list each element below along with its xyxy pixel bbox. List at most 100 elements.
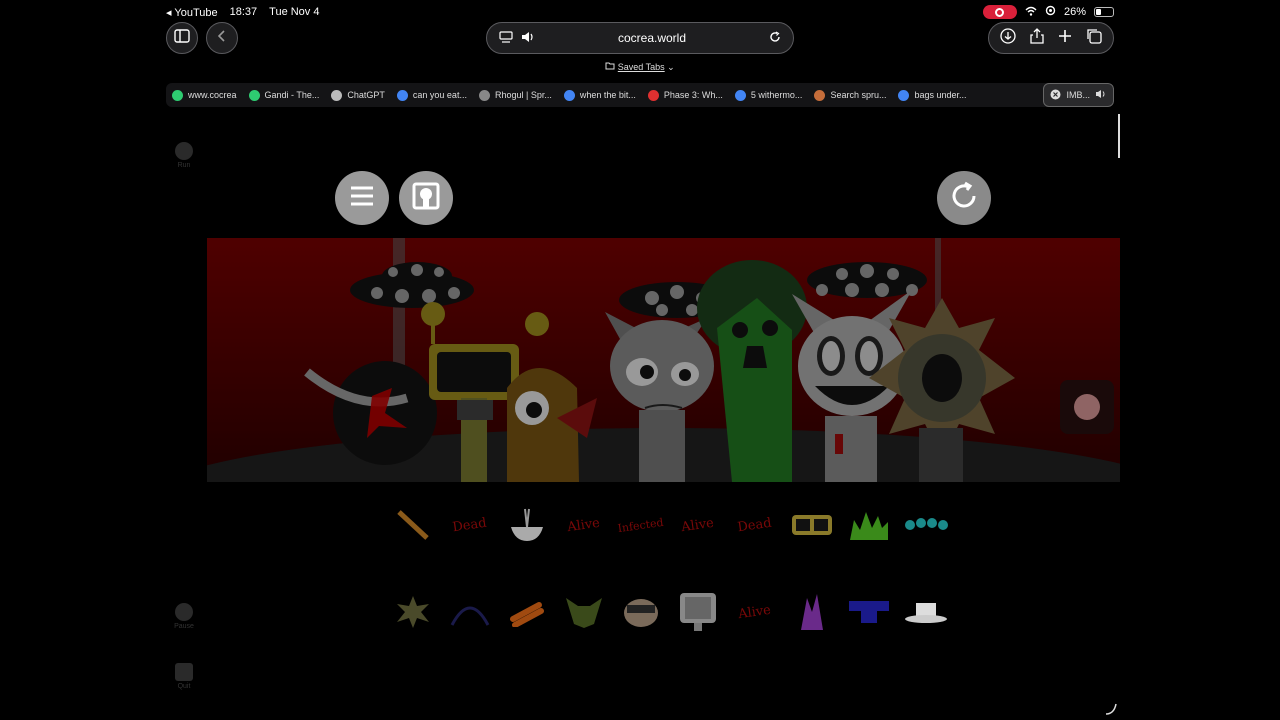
chevron-left-icon: [217, 29, 226, 47]
reload-icon: [175, 142, 193, 160]
tab-label: Rhogul | Spr...: [494, 90, 552, 100]
tab-item[interactable]: when the bit...: [558, 83, 642, 107]
staff-icon: [396, 510, 429, 540]
close-tab-icon[interactable]: [1050, 89, 1061, 102]
arch-icon: [450, 606, 489, 626]
grass-icon: [849, 512, 888, 540]
tab-item[interactable]: can you eat...: [391, 83, 473, 107]
tab-label: can you eat...: [412, 90, 467, 100]
browser-actions: [988, 22, 1114, 54]
status-date: Tue Nov 4: [269, 6, 320, 18]
favicon-icon: [396, 89, 408, 101]
glasses-item[interactable]: [783, 505, 840, 545]
item-slot[interactable]: Alive: [723, 588, 785, 636]
game-menu-button[interactable]: [335, 171, 389, 225]
back-to-app-link[interactable]: ◂ YouTube: [166, 6, 218, 19]
speaker-icon[interactable]: [521, 31, 535, 46]
staff-item[interactable]: [384, 505, 441, 545]
record-button[interactable]: [1060, 380, 1114, 434]
game-profile-button[interactable]: [399, 171, 453, 225]
tab-bar: www.cocrea Gandi - The... ChatGPT can yo…: [166, 83, 1114, 107]
tab-item[interactable]: Rhogul | Spr...: [473, 83, 558, 107]
tab-item[interactable]: ChatGPT: [325, 83, 391, 107]
speaker-icon[interactable]: [1095, 89, 1107, 101]
spike-item[interactable]: [384, 592, 441, 632]
goggles-icon: [623, 599, 658, 627]
crystal-icon: [800, 594, 823, 630]
spike-icon: [396, 596, 429, 628]
scarf-item[interactable]: [840, 592, 897, 632]
status-bar: ◂ YouTube 18:37 Tue Nov 4 26%: [166, 4, 1114, 20]
favicon-icon: [172, 89, 183, 101]
item-row-2: Alive: [384, 592, 954, 632]
hat-item[interactable]: [897, 592, 954, 632]
status-time: 18:37: [229, 6, 258, 18]
helmet-item[interactable]: [498, 505, 555, 545]
tab-label: Search spru...: [830, 90, 887, 100]
battery-icon: [1094, 7, 1114, 17]
quit-button[interactable]: Quit: [172, 663, 196, 690]
tab-item[interactable]: Phase 3: Wh...: [642, 83, 729, 107]
resize-handle-icon[interactable]: [1104, 702, 1118, 720]
favicon-icon: [248, 89, 260, 101]
item-slot[interactable]: Alive: [666, 501, 728, 549]
hat-icon: [904, 603, 947, 623]
favicon-icon: [814, 89, 826, 101]
address-bar[interactable]: cocrea.world: [486, 22, 794, 54]
url-text: cocrea.world: [617, 31, 687, 45]
screen-recording-icon[interactable]: [982, 5, 1017, 19]
grass-item[interactable]: [840, 505, 897, 545]
tab-item[interactable]: 5 withermo...: [729, 83, 809, 107]
item-slot[interactable]: Dead: [723, 501, 785, 549]
tab-item[interactable]: Gandi - The...: [243, 83, 326, 107]
tab-label: www.cocrea: [188, 90, 237, 100]
beads-item[interactable]: [897, 505, 954, 545]
tab-item-active[interactable]: IMB...: [1043, 83, 1114, 107]
pause-button[interactable]: Pause: [172, 603, 196, 630]
pause-label: Pause: [174, 623, 194, 630]
favicon-icon: [647, 89, 659, 101]
record-icon: [1074, 394, 1100, 420]
page-menu-icon[interactable]: [499, 30, 513, 46]
scrollbar[interactable]: [1118, 114, 1120, 158]
folder-icon: [605, 62, 615, 70]
scarf-icon: [848, 601, 889, 623]
tab-label: bags under...: [914, 90, 967, 100]
tab-item[interactable]: bags under...: [892, 83, 972, 107]
tabs-overview-icon[interactable]: [1086, 28, 1102, 49]
tab-item[interactable]: www.cocrea: [166, 83, 243, 107]
sausage-item[interactable]: [498, 592, 555, 632]
crystal-item[interactable]: [783, 592, 840, 632]
game-reset-button[interactable]: [937, 171, 991, 225]
arch-item[interactable]: [441, 592, 498, 632]
sidebar-toggle-button[interactable]: [166, 22, 198, 54]
download-icon[interactable]: [1000, 27, 1016, 49]
hamburger-icon: [350, 186, 374, 211]
goggles-item[interactable]: [612, 592, 669, 632]
new-tab-icon[interactable]: [1058, 29, 1072, 48]
monitor-item[interactable]: [669, 592, 726, 632]
wifi-icon: [1025, 6, 1037, 19]
helmet-icon: [510, 508, 543, 541]
reload-icon[interactable]: [769, 30, 781, 46]
tab-label: ChatGPT: [347, 90, 385, 100]
run-button[interactable]: Run: [172, 142, 196, 169]
collapse-icon: [175, 663, 193, 681]
item-slot[interactable]: Infected: [609, 501, 671, 549]
tab-label: IMB...: [1066, 90, 1090, 100]
share-icon[interactable]: [1030, 27, 1044, 49]
game-stage[interactable]: [207, 238, 1120, 482]
reset-icon: [948, 180, 980, 217]
favicon-icon: [478, 89, 490, 101]
back-button[interactable]: [206, 22, 238, 54]
saved-tabs-link[interactable]: Saved Tabs ⌄: [0, 62, 1280, 73]
item-slot[interactable]: Alive: [552, 501, 614, 549]
run-label: Run: [177, 162, 191, 169]
saved-tabs-label: Saved Tabs: [617, 62, 665, 72]
item-slot[interactable]: Dead: [438, 501, 500, 549]
tab-item[interactable]: Search spru...: [808, 83, 892, 107]
mask-item[interactable]: [555, 592, 612, 632]
favicon-icon: [563, 89, 575, 101]
favicon-icon: [331, 89, 343, 101]
tab-label: 5 withermo...: [750, 90, 803, 100]
